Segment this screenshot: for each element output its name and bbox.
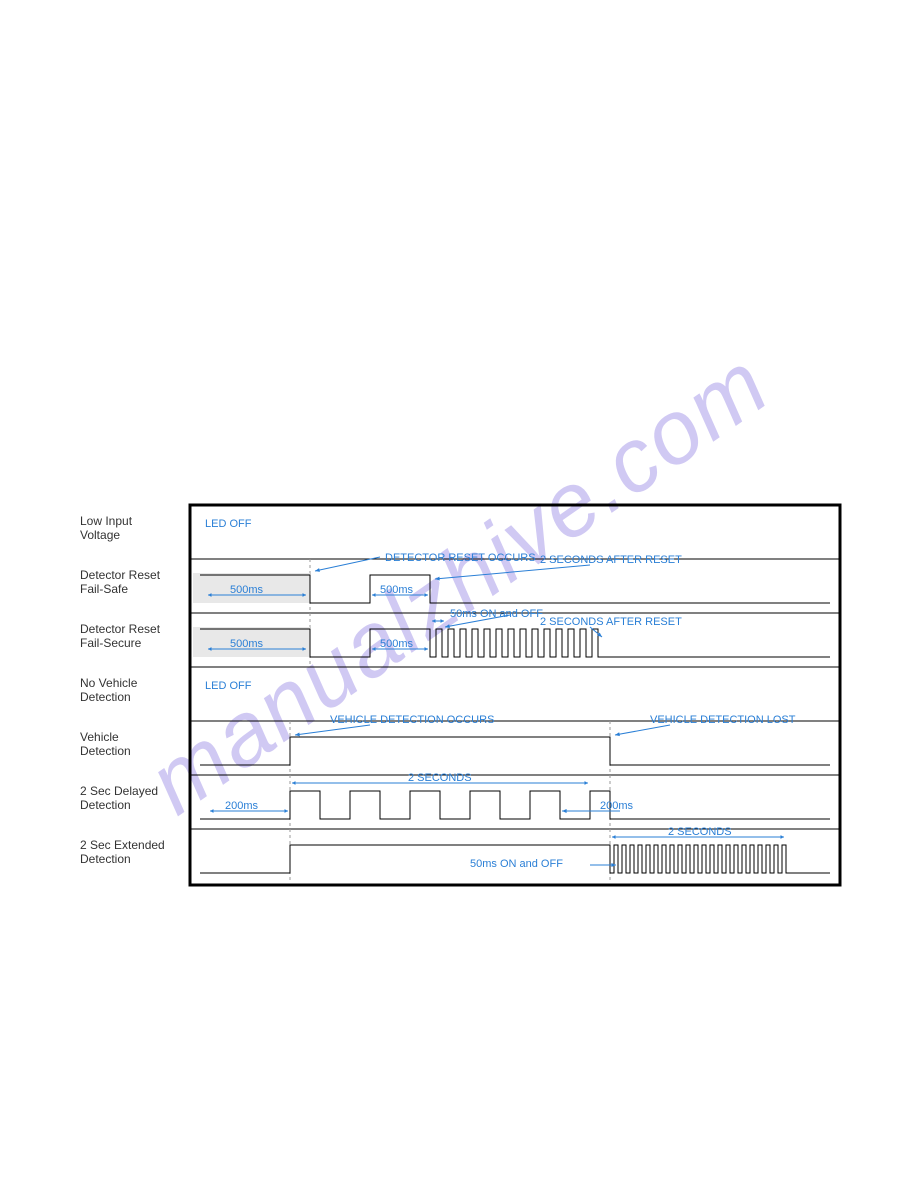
row-label: 2 Sec Delayed: [80, 784, 158, 798]
led-off-label: LED OFF: [205, 680, 252, 692]
row-label: Detector Reset: [80, 568, 161, 582]
row-label: Detector Reset: [80, 622, 161, 636]
led-off-label: LED OFF: [205, 518, 252, 530]
svg-text:500ms: 500ms: [380, 638, 414, 650]
row-label: Detection: [80, 852, 131, 866]
row-label: Fail-Safe: [80, 582, 128, 596]
row-label: Detection: [80, 744, 131, 758]
label-reset-occurs: DETECTOR RESET OCCURS: [385, 552, 536, 564]
row-label: Detection: [80, 798, 131, 812]
label-50ms: 50ms ON and OFF: [450, 608, 543, 620]
svg-text:500ms: 500ms: [230, 638, 264, 650]
label-500ms: 500ms: [230, 584, 264, 596]
svg-text:200ms: 200ms: [225, 800, 259, 812]
row-label: Low Input: [80, 514, 133, 528]
row-label: Vehicle: [80, 730, 119, 744]
label-vd-occurs: VEHICLE DETECTION OCCURS: [330, 714, 494, 726]
timing-diagram: Low InputVoltageDetector ResetFail-SafeD…: [0, 0, 918, 1188]
svg-text:2 SECONDS AFTER RESET: 2 SECONDS AFTER RESET: [540, 616, 682, 628]
svg-text:500ms: 500ms: [380, 584, 414, 596]
svg-text:200ms: 200ms: [600, 800, 634, 812]
label-2sec: 2 SECONDS: [408, 772, 472, 784]
row-label: Detection: [80, 690, 131, 704]
row-label: Fail-Secure: [80, 636, 142, 650]
label-50ms-ext: 50ms ON and OFF: [470, 858, 563, 870]
svg-text:2 SECONDS: 2 SECONDS: [668, 826, 732, 838]
row-label: No Vehicle: [80, 676, 138, 690]
label-after-reset: 2 SECONDS AFTER RESET: [540, 554, 682, 566]
row-label: Voltage: [80, 528, 120, 542]
row-label: 2 Sec Extended: [80, 838, 165, 852]
label-vd-lost: VEHICLE DETECTION LOST: [650, 714, 796, 726]
